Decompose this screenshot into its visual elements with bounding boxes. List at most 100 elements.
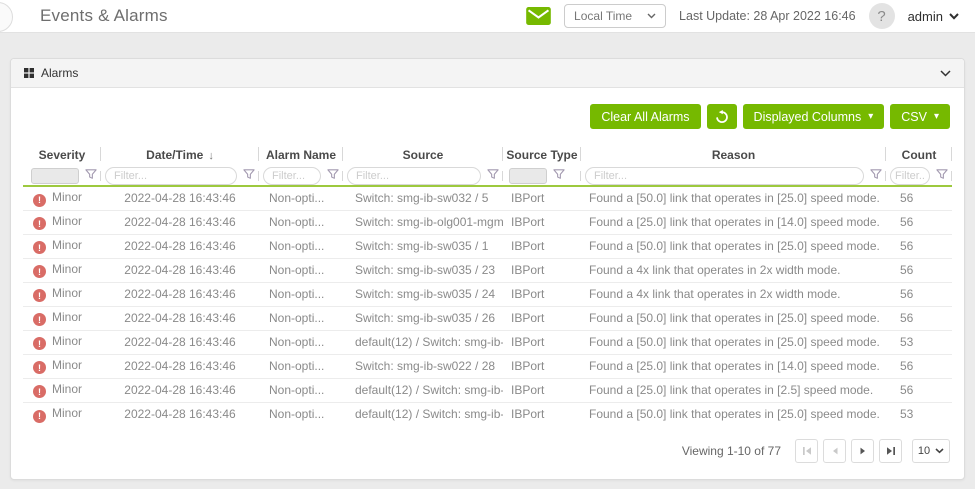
column-header-datetime[interactable]: Date/Time↓ [101, 141, 259, 167]
last-page-button[interactable] [879, 439, 902, 463]
source-type-cell: IBPort [503, 210, 581, 234]
page-size-select[interactable]: 10 [912, 439, 950, 463]
column-header-source[interactable]: Source [343, 141, 503, 167]
top-bar: Events & Alarms Local Time Last Update: … [0, 0, 975, 33]
severity-filter-select[interactable] [31, 168, 79, 184]
table-row[interactable]: !Minor2022-04-28 16:43:46Non-opti...defa… [23, 330, 952, 354]
alarms-table: Severity Date/Time↓ Alarm Name Source So… [23, 141, 952, 426]
datetime-cell: 2022-04-28 16:43:46 [101, 282, 259, 306]
table-row[interactable]: !Minor2022-04-28 16:43:46Non-opti...Swit… [23, 186, 952, 210]
table-row[interactable]: !Minor2022-04-28 16:43:46Non-opti...defa… [23, 378, 952, 402]
csv-label: CSV [901, 110, 927, 124]
count-cell: 56 [886, 282, 952, 306]
clear-all-alarms-button[interactable]: Clear All Alarms [590, 104, 700, 129]
reason-cell: Found a [50.0] link that operates in [25… [581, 186, 886, 210]
funnel-filter-icon[interactable] [85, 169, 97, 183]
user-menu[interactable]: admin [908, 9, 959, 24]
displayed-columns-button[interactable]: Displayed Columns ▾ [743, 104, 885, 129]
reason-cell: Found a 4x link that operates in 2x widt… [581, 258, 886, 282]
user-name: admin [908, 9, 943, 24]
previous-page-button[interactable] [823, 439, 846, 463]
column-header-source-type[interactable]: Source Type [503, 141, 581, 167]
table-row[interactable]: !Minor2022-04-28 16:43:46Non-opti...Swit… [23, 282, 952, 306]
funnel-filter-icon[interactable] [487, 169, 499, 183]
table-row[interactable]: !Minor2022-04-28 16:43:46Non-opti...Swit… [23, 258, 952, 282]
minor-severity-icon: ! [33, 289, 46, 302]
timezone-value: Local Time [574, 9, 632, 23]
last-update-label: Last Update: 28 Apr 2022 16:46 [679, 9, 856, 23]
datetime-cell: 2022-04-28 16:43:46 [101, 186, 259, 210]
reason-cell: Found a [25.0] link that operates in [2.… [581, 378, 886, 402]
source-cell: Switch: smg-ib-sw035 / 26 [343, 306, 503, 330]
help-button[interactable]: ? [869, 3, 895, 29]
alarm-name-cell: Non-opti... [259, 306, 343, 330]
minor-severity-icon: ! [33, 217, 46, 230]
datetime-filter-input[interactable] [105, 167, 237, 185]
count-cell: 56 [886, 186, 952, 210]
source-cell: Switch: smg-ib-sw035 / 24 [343, 282, 503, 306]
alarms-panel: Alarms Clear All Alarms Displayed Column… [10, 58, 965, 480]
funnel-filter-icon[interactable] [936, 169, 948, 183]
count-filter-input[interactable] [890, 167, 930, 185]
mail-icon[interactable] [526, 7, 551, 25]
table-row[interactable]: !Minor2022-04-28 16:43:46Non-opti...Swit… [23, 354, 952, 378]
chevron-down-icon [647, 13, 656, 19]
first-page-button[interactable] [795, 439, 818, 463]
minor-severity-icon: ! [33, 410, 46, 423]
source-type-filter-select[interactable] [509, 168, 547, 184]
column-header-alarm-name[interactable]: Alarm Name [259, 141, 343, 167]
severity-cell: !Minor [23, 330, 101, 354]
table-row[interactable]: !Minor2022-04-28 16:43:46Non-opti...Swit… [23, 210, 952, 234]
table-row[interactable]: !Minor2022-04-28 16:43:46Non-opti...Swit… [23, 234, 952, 258]
refresh-button[interactable] [707, 104, 737, 129]
severity-cell: !Minor [23, 258, 101, 282]
alarm-name-filter-input[interactable] [263, 167, 321, 185]
table-row[interactable]: !Minor2022-04-28 16:43:46Non-opti...defa… [23, 402, 952, 426]
alarm-name-cell: Non-opti... [259, 378, 343, 402]
funnel-filter-icon[interactable] [870, 169, 882, 183]
sidebar-toggle[interactable] [0, 2, 13, 32]
alarm-name-cell: Non-opti... [259, 330, 343, 354]
column-header-severity[interactable]: Severity [23, 141, 101, 167]
chevron-down-icon [935, 448, 944, 454]
alarm-name-cell: Non-opti... [259, 186, 343, 210]
minor-severity-icon: ! [33, 241, 46, 254]
datetime-cell: 2022-04-28 16:43:46 [101, 306, 259, 330]
chevron-down-icon [949, 13, 959, 20]
sort-desc-icon: ↓ [208, 150, 214, 162]
alarm-name-cell: Non-opti... [259, 354, 343, 378]
minor-severity-icon: ! [33, 265, 46, 278]
source-type-cell: IBPort [503, 378, 581, 402]
reason-cell: Found a 4x link that operates in 2x widt… [581, 282, 886, 306]
page-size-value: 10 [918, 445, 930, 457]
next-page-button[interactable] [851, 439, 874, 463]
severity-cell: !Minor [23, 306, 101, 330]
csv-button[interactable]: CSV ▾ [890, 104, 950, 129]
source-cell: Switch: smg-ib-sw022 / 28 [343, 354, 503, 378]
funnel-filter-icon[interactable] [327, 169, 339, 183]
funnel-filter-icon[interactable] [243, 169, 255, 183]
alarms-panel-header[interactable]: Alarms [11, 59, 964, 88]
table-row[interactable]: !Minor2022-04-28 16:43:46Non-opti...Swit… [23, 306, 952, 330]
severity-cell: !Minor [23, 354, 101, 378]
collapse-chevron-icon[interactable] [940, 70, 951, 77]
timezone-select[interactable]: Local Time [564, 4, 666, 28]
reason-cell: Found a [50.0] link that operates in [25… [581, 234, 886, 258]
reason-filter-input[interactable] [585, 167, 864, 185]
source-cell: default(12) / Switch: smg-ib-s [343, 402, 503, 426]
column-header-reason[interactable]: Reason [581, 141, 886, 167]
source-cell: default(12) / Switch: smg-ib-s [343, 330, 503, 354]
column-header-count[interactable]: Count [886, 141, 952, 167]
reason-cell: Found a [50.0] link that operates in [25… [581, 330, 886, 354]
source-filter-input[interactable] [347, 167, 481, 185]
minor-severity-icon: ! [33, 337, 46, 350]
minor-severity-icon: ! [33, 313, 46, 326]
source-type-cell: IBPort [503, 402, 581, 426]
datetime-cell: 2022-04-28 16:43:46 [101, 258, 259, 282]
count-cell: 56 [886, 258, 952, 282]
datetime-cell: 2022-04-28 16:43:46 [101, 234, 259, 258]
caret-down-icon: ▾ [868, 112, 873, 122]
funnel-filter-icon[interactable] [553, 169, 565, 183]
source-cell: Switch: smg-ib-olg001-mgmtl [343, 210, 503, 234]
minor-severity-icon: ! [33, 361, 46, 374]
